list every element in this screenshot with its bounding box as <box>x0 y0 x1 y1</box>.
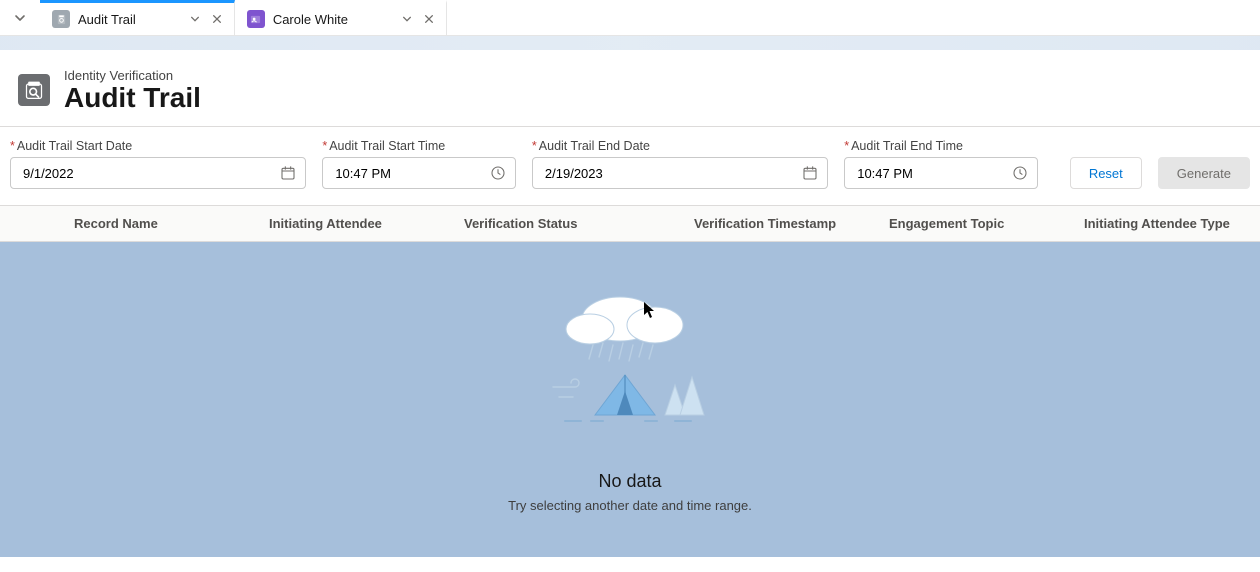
field-label: *Audit Trail End Time <box>844 139 1038 153</box>
end-date-field: *Audit Trail End Date <box>532 139 828 189</box>
audit-search-icon <box>24 80 44 100</box>
decorative-ribbon <box>0 36 1260 50</box>
tab-close-button[interactable] <box>208 10 226 28</box>
contact-icon <box>247 10 265 28</box>
filter-row: *Audit Trail Start Date *Audit Trail Sta… <box>0 127 1260 206</box>
chevron-down-icon <box>14 12 26 24</box>
col-initiating-attendee-type[interactable]: Initiating Attendee Type <box>1070 216 1260 231</box>
empty-subtitle: Try selecting another date and time rang… <box>508 498 752 513</box>
tab-label: Audit Trail <box>78 12 136 27</box>
calendar-icon[interactable] <box>279 164 297 182</box>
start-time-input[interactable] <box>323 166 515 181</box>
col-engagement-topic[interactable]: Engagement Topic <box>875 216 1070 231</box>
clock-icon[interactable] <box>1011 164 1029 182</box>
col-record-name[interactable]: Record Name <box>60 216 255 231</box>
start-date-input[interactable] <box>11 166 305 181</box>
end-date-input[interactable] <box>533 166 827 181</box>
reset-button[interactable]: Reset <box>1070 157 1142 189</box>
start-date-field: *Audit Trail Start Date <box>10 139 306 189</box>
col-verification-timestamp[interactable]: Verification Timestamp <box>680 216 875 231</box>
start-time-field: *Audit Trail Start Time <box>322 139 516 189</box>
table-header-row: Record Name Initiating Attendee Verifica… <box>0 206 1260 242</box>
page-icon <box>18 74 50 106</box>
end-time-input[interactable] <box>845 166 1037 181</box>
close-icon <box>424 14 434 24</box>
empty-state: No data Try selecting another date and t… <box>0 242 1260 557</box>
empty-title: No data <box>598 471 661 492</box>
tab-menu-dropdown[interactable] <box>0 0 40 35</box>
field-label: *Audit Trail Start Time <box>322 139 516 153</box>
page-kicker: Identity Verification <box>64 68 201 83</box>
tab-carole-white[interactable]: Carole White <box>235 0 447 35</box>
tab-audit-trail[interactable]: Audit Trail <box>40 0 235 35</box>
page-title: Audit Trail <box>64 83 201 112</box>
tab-label: Carole White <box>273 12 348 27</box>
audit-trail-icon <box>52 10 70 28</box>
calendar-icon[interactable] <box>801 164 819 182</box>
close-icon <box>212 14 222 24</box>
tab-actions-dropdown[interactable] <box>398 10 416 28</box>
empty-illustration <box>525 287 735 437</box>
col-verification-status[interactable]: Verification Status <box>450 216 680 231</box>
clock-icon[interactable] <box>489 164 507 182</box>
tab-close-button[interactable] <box>420 10 438 28</box>
end-time-field: *Audit Trail End Time <box>844 139 1038 189</box>
field-label: *Audit Trail End Date <box>532 139 828 153</box>
col-initiating-attendee[interactable]: Initiating Attendee <box>255 216 450 231</box>
generate-button[interactable]: Generate <box>1158 157 1250 189</box>
field-label: *Audit Trail Start Date <box>10 139 306 153</box>
tab-actions-dropdown[interactable] <box>186 10 204 28</box>
tab-bar: Audit Trail Carole White <box>0 0 1260 36</box>
page-header: Identity Verification Audit Trail <box>0 50 1260 127</box>
